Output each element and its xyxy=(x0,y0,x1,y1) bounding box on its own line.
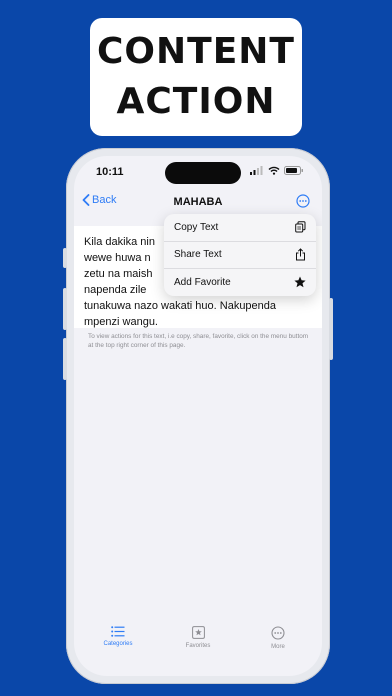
star-icon xyxy=(294,276,306,288)
menu-item-label: Share Text xyxy=(174,249,222,261)
tab-label: Favorites xyxy=(185,643,211,649)
battery-icon xyxy=(284,166,303,175)
more-options-button[interactable] xyxy=(296,194,310,213)
menu-item-share-text[interactable]: Share Text xyxy=(164,242,316,269)
menu-item-copy-text[interactable]: Copy Text xyxy=(164,214,316,242)
menu-item-add-favorite[interactable]: Add Favorite xyxy=(164,269,316,296)
wifi-icon xyxy=(268,166,280,175)
volume-up-button xyxy=(63,288,67,330)
action-button xyxy=(63,248,67,268)
list-icon xyxy=(111,626,125,637)
ellipsis-circle-icon xyxy=(271,626,285,640)
content-line: napenda zile xyxy=(84,284,147,296)
content-line: Kila dakika nin xyxy=(84,236,155,248)
tab-label: More xyxy=(271,644,285,650)
share-icon xyxy=(296,248,305,261)
promo-title-line2: ACTION xyxy=(116,81,276,122)
content-line: tunakuwa nazo wakati huo. Nakupenda xyxy=(84,300,277,312)
status-icons xyxy=(250,166,304,175)
ellipsis-circle-icon xyxy=(296,194,310,208)
promo-badge: CONTENT ACTION xyxy=(90,18,302,136)
menu-item-label: Copy Text xyxy=(174,221,219,233)
menu-item-label: Add Favorite xyxy=(174,276,231,288)
volume-down-button xyxy=(63,338,67,380)
tab-label: Categories xyxy=(103,641,133,647)
power-button xyxy=(329,298,333,360)
context-menu: Copy Text Share Text Add Favorite xyxy=(164,214,316,296)
hint-text: To view actions for this text, i.e copy,… xyxy=(88,333,309,349)
promo-title-line1: CONTENT xyxy=(97,31,295,72)
dynamic-island xyxy=(165,162,241,184)
status-time: 10:11 xyxy=(96,166,124,178)
star-square-icon xyxy=(191,626,205,639)
content-line: mpenzi wangu. xyxy=(84,316,158,328)
signal-icon xyxy=(250,166,263,175)
app-screen: 10:11 Back MAHABA Kila dakika nin wewe h… xyxy=(74,156,322,676)
tab-favorites[interactable]: Favorites xyxy=(168,626,228,649)
tab-bar: Categories Favorites More xyxy=(74,626,322,676)
content-line: wewe huwa n xyxy=(84,252,151,264)
tab-more[interactable]: More xyxy=(248,626,308,650)
phone-frame: 10:11 Back MAHABA Kila dakika nin wewe h… xyxy=(63,148,333,684)
tab-categories[interactable]: Categories xyxy=(88,626,148,647)
content-line: zetu na maish xyxy=(84,268,153,280)
copy-icon xyxy=(295,221,306,233)
page-title: MAHABA xyxy=(173,196,223,208)
